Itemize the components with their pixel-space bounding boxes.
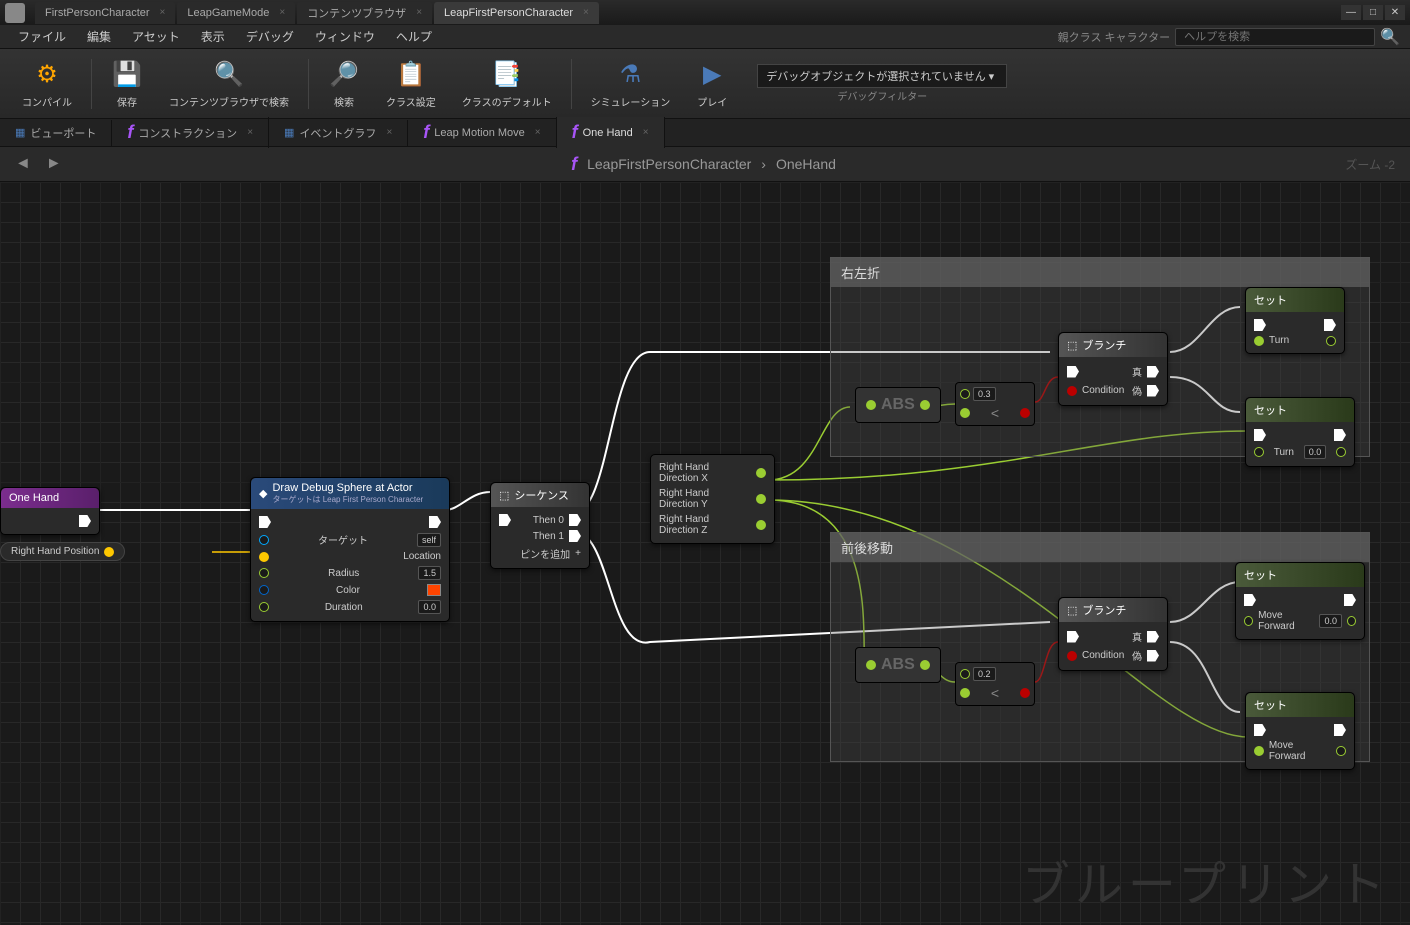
- node-sequence[interactable]: ⬚ シーケンス Then 0 Then 1 ピンを追加+: [490, 482, 590, 569]
- simulation-button[interactable]: ⚗シミュレーション: [579, 54, 683, 114]
- var-right-hand-position[interactable]: Right Hand Position: [0, 542, 125, 561]
- node-set-move-1[interactable]: セット Move Forward0.0: [1235, 562, 1365, 640]
- titlebar: FirstPersonCharacter× LeapGameMode× コンテン…: [0, 0, 1410, 25]
- menu-edit[interactable]: 編集: [79, 25, 119, 48]
- node-branch-1[interactable]: ⬚ ブランチ 真 Condition偽: [1058, 332, 1168, 406]
- color-swatch[interactable]: [427, 584, 441, 596]
- breadcrumb: f LeapFirstPersonCharacter › OneHand: [77, 154, 1331, 175]
- watermark: ブループリント: [1022, 845, 1390, 915]
- menubar: ファイル 編集 アセット 表示 デバッグ ウィンドウ ヘルプ 親クラス キャラク…: [0, 25, 1410, 49]
- tab-content[interactable]: コンテンツブラウザ×: [297, 2, 432, 24]
- breadcrumb-child[interactable]: OneHand: [776, 156, 836, 172]
- node-compare-2[interactable]: 0.2 <: [955, 662, 1035, 706]
- zoom-label: ズーム -2: [1345, 156, 1395, 173]
- class-defaults-button[interactable]: 📑クラスのデフォルト: [450, 54, 564, 114]
- node-entry[interactable]: One Hand: [0, 487, 100, 535]
- tab-construction[interactable]: fコンストラクション×: [112, 117, 269, 148]
- compile-button[interactable]: ⚙コンパイル: [10, 54, 84, 114]
- close-button[interactable]: ✕: [1385, 5, 1405, 20]
- breadcrumb-parent[interactable]: LeapFirstPersonCharacter: [587, 156, 751, 172]
- node-compare-1[interactable]: 0.3 <: [955, 382, 1035, 426]
- debug-filter-label: デバッグフィルター: [757, 88, 1007, 103]
- tab-leapmove[interactable]: fLeap Motion Move×: [408, 117, 556, 148]
- help-search[interactable]: [1175, 28, 1375, 46]
- class-settings-button[interactable]: 📋クラス設定: [374, 54, 448, 114]
- node-abs-2[interactable]: ABS: [855, 647, 941, 683]
- close-icon[interactable]: ×: [416, 7, 422, 18]
- tab-leapfirst[interactable]: LeapFirstPersonCharacter×: [434, 2, 599, 24]
- back-arrow[interactable]: ◄: [15, 155, 31, 173]
- node-set-turn-1[interactable]: セット Turn: [1245, 287, 1345, 354]
- search-icon[interactable]: 🔍: [1380, 27, 1400, 47]
- menu-asset[interactable]: アセット: [124, 25, 188, 48]
- secondary-tabs: ▦ビューポート fコンストラクション× ▦イベントグラフ× fLeap Moti…: [0, 119, 1410, 147]
- menu-file[interactable]: ファイル: [10, 25, 74, 48]
- search-button[interactable]: 🔎検索: [316, 54, 372, 114]
- tab-firstperson[interactable]: FirstPersonCharacter×: [35, 2, 175, 24]
- maximize-button[interactable]: □: [1363, 5, 1383, 20]
- node-branch-2[interactable]: ⬚ ブランチ 真 Condition偽: [1058, 597, 1168, 671]
- tab-leapgame[interactable]: LeapGameMode×: [177, 2, 295, 24]
- save-button[interactable]: 💾保存: [99, 54, 155, 114]
- close-icon[interactable]: ×: [583, 7, 589, 18]
- graph-header: ◄ ► f LeapFirstPersonCharacter › OneHand…: [0, 147, 1410, 182]
- blueprint-graph[interactable]: One Hand Right Hand Position ◆ Draw Debu…: [0, 182, 1410, 925]
- node-abs-1[interactable]: ABS: [855, 387, 941, 423]
- menu-window[interactable]: ウィンドウ: [307, 25, 383, 48]
- toolbar: ⚙コンパイル 💾保存 🔍コンテンツブラウザで検索 🔎検索 📋クラス設定 📑クラス…: [0, 49, 1410, 119]
- tab-onehand[interactable]: fOne Hand×: [557, 117, 665, 148]
- node-set-move-2[interactable]: セット Move Forward: [1245, 692, 1355, 770]
- node-rhd[interactable]: Right Hand Direction X Right Hand Direct…: [650, 454, 775, 544]
- menu-help[interactable]: ヘルプ: [388, 25, 440, 48]
- node-set-turn-2[interactable]: セット Turn0.0: [1245, 397, 1355, 467]
- tab-viewport[interactable]: ▦ビューポート: [0, 120, 112, 146]
- browse-button[interactable]: 🔍コンテンツブラウザで検索: [157, 54, 301, 114]
- tab-eventgraph[interactable]: ▦イベントグラフ×: [269, 120, 408, 146]
- menu-debug[interactable]: デバッグ: [238, 25, 302, 48]
- node-draw-debug-sphere[interactable]: ◆ Draw Debug Sphere at Actorターゲットは Leap …: [250, 477, 450, 622]
- menu-view[interactable]: 表示: [193, 25, 233, 48]
- unreal-logo: [5, 3, 25, 23]
- play-button[interactable]: ▶プレイ: [684, 54, 740, 114]
- title-tabs: FirstPersonCharacter× LeapGameMode× コンテン…: [35, 2, 1341, 24]
- close-icon[interactable]: ×: [160, 7, 166, 18]
- debug-object-select[interactable]: デバッグオブジェクトが選択されていません ▾: [757, 64, 1007, 88]
- close-icon[interactable]: ×: [279, 7, 285, 18]
- forward-arrow[interactable]: ►: [46, 155, 62, 173]
- parent-class-label: 親クラス キャラクター: [1058, 29, 1170, 45]
- minimize-button[interactable]: —: [1341, 5, 1361, 20]
